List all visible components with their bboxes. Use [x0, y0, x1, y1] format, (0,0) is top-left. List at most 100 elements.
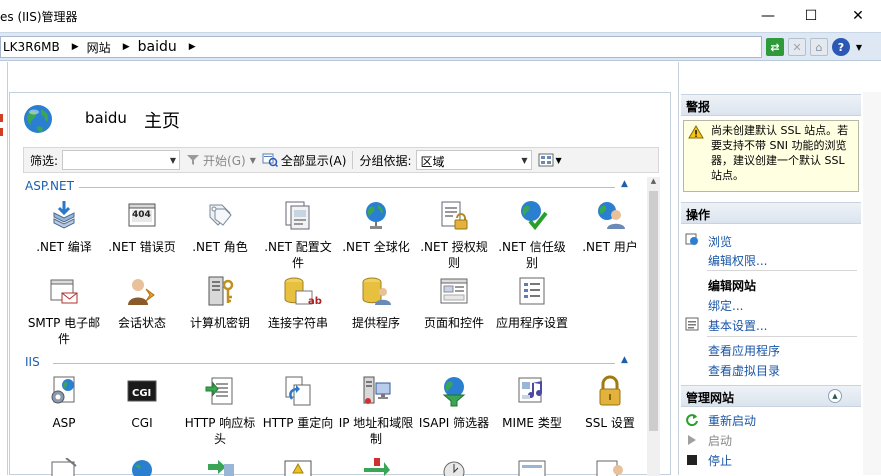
collapse-group-icon[interactable]: ▲	[621, 355, 628, 365]
net-roles-icon	[209, 204, 232, 226]
feature-providers[interactable]: 提供程序	[337, 275, 415, 331]
stop-icon	[687, 455, 697, 465]
stop-link[interactable]: 停止	[708, 452, 732, 469]
home-icon[interactable]: ⌂	[810, 38, 828, 56]
start-icon	[688, 435, 696, 445]
group-header-iis[interactable]: IIS ▲	[23, 355, 645, 371]
help-dropdown-icon[interactable]: ▼	[854, 38, 864, 56]
feature-label: 会话状态	[117, 316, 166, 330]
feature-label: MIME 类型	[502, 416, 562, 430]
feature-label: .NET 全球化	[342, 240, 410, 254]
feature-net-users[interactable]: .NET 用户	[571, 199, 647, 255]
machine-key-icon	[208, 276, 234, 306]
view-applications-link[interactable]: 查看应用程序	[708, 342, 780, 359]
show-all-label: 全部显示(A)	[280, 153, 347, 168]
feature-net-compile[interactable]: .NET 编译	[25, 199, 103, 255]
feature-http-response-headers[interactable]: HTTP 响应标头	[181, 375, 259, 447]
view-mode-button[interactable]: ▼	[538, 153, 562, 167]
feature-ip-domain-restrictions[interactable]: IP 地址和域限制	[337, 375, 415, 447]
edit-permissions-link[interactable]: 编辑权限...	[708, 252, 767, 269]
breadcrumb-server[interactable]: LK3R6MB	[1, 40, 66, 54]
main-top-strip	[9, 62, 671, 92]
close-button[interactable]: ✕	[835, 0, 881, 32]
feature-label: CGI	[131, 416, 153, 430]
actions-section-header: 操作	[681, 202, 861, 224]
actions-scrollbar[interactable]	[863, 92, 881, 475]
feature-ssl-settings[interactable]: SSL 设置	[571, 375, 647, 431]
bindings-link[interactable]: 绑定...	[708, 297, 743, 314]
feature-label: 页面和控件	[423, 316, 484, 330]
feature-pages-controls[interactable]: 页面和控件	[415, 275, 493, 331]
start-filter-label: 开始(G)	[203, 153, 246, 168]
feature-asp[interactable]: ASP	[25, 375, 103, 431]
filter-input[interactable]: ▼	[62, 150, 181, 170]
view-virtual-directories-link[interactable]: 查看虚拟目录	[708, 362, 780, 379]
start-dropdown-icon[interactable]: ▼	[250, 156, 256, 165]
group-by-dropdown-icon[interactable]: ▼	[521, 156, 527, 165]
scroll-up-icon[interactable]: ▲	[647, 177, 660, 190]
feature-label: .NET 信任级别	[498, 240, 566, 270]
help-icon[interactable]: ?	[832, 38, 850, 56]
request-filtering-icon	[518, 460, 546, 476]
authentication-icon	[596, 460, 623, 476]
funnel-icon	[187, 155, 200, 165]
refresh-icon[interactable]: ⇄	[766, 38, 784, 56]
mime-types-icon	[518, 377, 543, 403]
site-name: baidu	[85, 109, 127, 127]
show-all-button[interactable]: 全部显示(A)	[262, 152, 347, 169]
basic-settings-icon	[685, 317, 699, 331]
browse-link[interactable]: 浏览	[708, 233, 732, 250]
feature-app-settings[interactable]: 应用程序设置	[493, 275, 571, 331]
features-scrollbar[interactable]: ▲	[647, 177, 660, 476]
group-by-select[interactable]: 区域 ▼	[415, 150, 532, 170]
feature-net-globalization[interactable]: .NET 全球化	[337, 199, 415, 255]
net-profile-icon	[285, 201, 310, 230]
scrollbar-thumb[interactable]	[649, 191, 658, 431]
collapse-section-icon[interactable]: ▲	[828, 389, 842, 403]
breadcrumb-site[interactable]: baidu	[136, 39, 183, 55]
basic-settings-link[interactable]: 基本设置...	[708, 317, 767, 334]
start-filter-button[interactable]: 开始(G)	[186, 152, 246, 169]
manage-site-section-header[interactable]: 管理网站 ▲	[681, 385, 861, 407]
actions-pane: 警报 尚未创建默认 SSL 站点。若要支持不带 SNI 功能的浏览器，建议创建一…	[678, 92, 881, 475]
minimize-button[interactable]: —	[745, 0, 791, 32]
net-trust-icon	[521, 201, 548, 231]
stop-icon[interactable]: ✕	[788, 38, 806, 56]
feature-connection-strings[interactable]: 连接字符串 ab	[259, 275, 337, 331]
breadcrumb-sites[interactable]: 网站	[85, 39, 117, 56]
pages-controls-icon	[440, 278, 468, 304]
maximize-button[interactable]: ☐	[788, 0, 834, 32]
filter-dropdown-icon[interactable]: ▼	[170, 156, 176, 165]
restart-link[interactable]: 重新启动	[708, 412, 756, 429]
breadcrumb-arrow-icon[interactable]: ▶	[66, 42, 85, 52]
feature-http-redirect[interactable]: HTTP 重定向	[259, 375, 337, 431]
warning-icon	[688, 125, 704, 139]
asp-icon	[51, 376, 75, 404]
actions-divider	[707, 270, 857, 271]
feature-session-state[interactable]: 会话状态	[103, 275, 181, 331]
breadcrumb-arrow-icon[interactable]: ▶	[183, 42, 202, 52]
feature-machine-key[interactable]: 计算机密钥	[181, 275, 259, 331]
feature-net-trust-levels[interactable]: .NET 信任级别	[493, 199, 571, 271]
breadcrumb-arrow-icon[interactable]: ▶	[117, 42, 136, 52]
net-authorization-icon	[441, 201, 468, 230]
feature-mime-types[interactable]: MIME 类型	[493, 375, 571, 431]
feature-isapi-filters[interactable]: ISAPI 筛选器	[415, 375, 493, 431]
address-bar[interactable]: LK3R6MB ▶ 网站 ▶ baidu ▶	[0, 36, 762, 58]
browse-icon	[685, 233, 698, 245]
collapse-group-icon[interactable]: ▲	[621, 179, 628, 189]
group-divider	[53, 363, 615, 364]
view-dropdown-icon[interactable]: ▼	[556, 156, 562, 165]
feature-net-profile[interactable]: .NET 配置文件	[259, 199, 337, 271]
feature-cgi[interactable]: CGI CGI	[103, 375, 181, 431]
start-link[interactable]: 启动	[708, 432, 732, 449]
feature-net-roles[interactable]: .NET 角色	[181, 199, 259, 255]
feature-label: .NET 配置文件	[264, 240, 332, 270]
feature-net-error-pages[interactable]: .NET 错误页	[103, 199, 181, 255]
group-header-aspnet[interactable]: ASP.NET ▲	[23, 179, 645, 195]
feature-smtp-email[interactable]: SMTP 电子邮件	[25, 275, 103, 347]
net-globalization-icon	[366, 202, 386, 229]
restart-icon	[686, 414, 698, 427]
feature-label: 应用程序设置	[495, 316, 568, 330]
feature-net-authorization[interactable]: .NET 授权规则	[415, 199, 493, 271]
